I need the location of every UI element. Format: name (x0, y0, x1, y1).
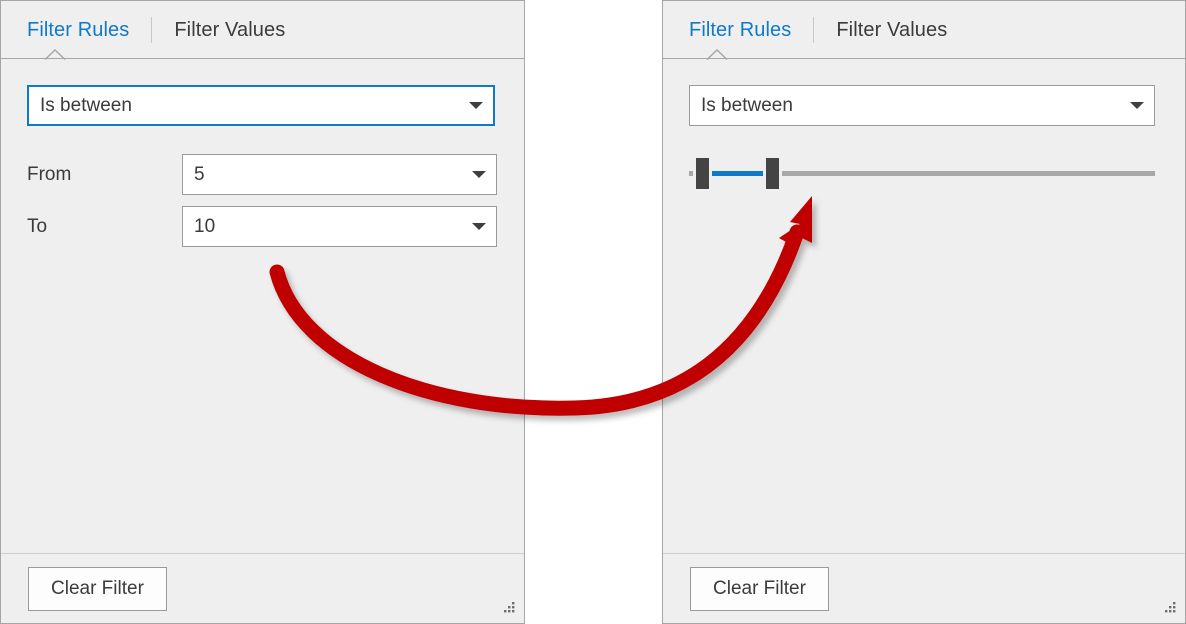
chevron-down-icon (459, 102, 493, 109)
to-value: 10 (194, 215, 216, 237)
panel-body-left: Is between From 5 To 10 (1, 59, 524, 553)
clear-filter-button-left[interactable]: Clear Filter (28, 566, 167, 611)
filter-rule-value: Is between (40, 94, 132, 116)
range-slider[interactable] (689, 158, 1155, 189)
to-value-dropdown[interactable]: 10 (182, 206, 497, 247)
from-value-dropdown[interactable]: 5 (182, 154, 497, 195)
tab-label: Filter Values (174, 18, 286, 41)
clear-filter-button-right[interactable]: Clear Filter (690, 566, 829, 611)
slider-thumb-low[interactable] (696, 158, 710, 189)
filter-rule-value: Is between (701, 94, 793, 116)
filter-rule-dropdown-right[interactable]: Is between (689, 85, 1155, 126)
tab-filter-values-left[interactable]: Filter Values (174, 19, 285, 42)
field-row-to: To 10 (27, 206, 498, 247)
tabstrip-left: Filter Rules Filter Values (1, 1, 524, 60)
tab-filter-values-right[interactable]: Filter Values (836, 19, 947, 42)
range-fields: From 5 To 10 (27, 154, 498, 247)
slider-selected-range (702, 171, 773, 176)
chevron-down-icon (462, 171, 496, 178)
tab-label: Filter Rules (689, 18, 792, 41)
tab-label: Filter Rules (27, 18, 130, 41)
chevron-down-icon (1120, 102, 1154, 109)
panel-footer-left: Clear Filter (1, 553, 524, 623)
from-value: 5 (194, 163, 205, 185)
panel-body-right: Is between (663, 59, 1185, 553)
filter-panel-left: Filter Rules Filter Values Is between Fr… (0, 0, 525, 624)
chevron-down-icon (462, 223, 496, 230)
tab-filter-rules-left[interactable]: Filter Rules (27, 19, 129, 42)
tabstrip-right: Filter Rules Filter Values (663, 1, 1185, 60)
tab-filter-rules-right[interactable]: Filter Rules (689, 19, 791, 42)
to-label: To (27, 215, 48, 237)
tab-label: Filter Values (836, 18, 948, 41)
resize-grip-icon[interactable] (501, 600, 517, 616)
resize-grip-icon[interactable] (1162, 600, 1178, 616)
filter-panel-right: Filter Rules Filter Values Is between Cl… (662, 0, 1186, 624)
filter-rule-dropdown-left[interactable]: Is between (27, 85, 495, 126)
from-label: From (27, 163, 72, 185)
field-row-from: From 5 (27, 154, 498, 195)
tab-separator (151, 17, 153, 43)
slider-thumb-high[interactable] (766, 158, 780, 189)
panel-footer-right: Clear Filter (663, 553, 1185, 623)
tab-separator (813, 17, 815, 43)
